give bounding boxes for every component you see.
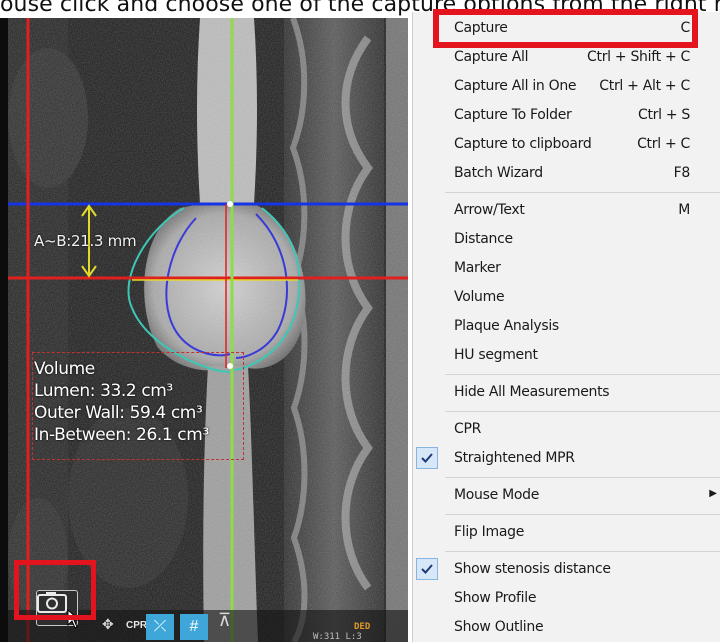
viewer-gutter <box>0 18 8 642</box>
submenu-arrow-icon: ▶ <box>709 488 717 499</box>
volume-measurement-text: Volume Lumen: 33.2 cm³ Outer Wall: 59.4 … <box>34 358 209 446</box>
menu-item-straightened-mpr[interactable]: Straightened MPR <box>413 445 720 473</box>
menu-separator <box>445 411 720 412</box>
menu-item-label: Straightened MPR <box>454 450 575 466</box>
menu-item-label: Capture to clipboard <box>454 136 592 152</box>
menu-item-shortcut: Ctrl + C <box>637 136 690 152</box>
menu-item-capture-to-folder[interactable]: Capture To Folder Ctrl + S <box>413 102 720 130</box>
volume-title: Volume <box>34 359 95 379</box>
menu-separator <box>445 192 720 193</box>
volume-outer-wall: Outer Wall: 59.4 cm³ <box>34 403 203 423</box>
menu-item-label: CPR <box>454 421 482 437</box>
curve-tool-icon[interactable]: ⤫ <box>146 614 174 640</box>
menu-item-label: Show Outline <box>454 619 544 635</box>
menu-item-batch-wizard[interactable]: Batch Wizard F8 <box>413 160 720 188</box>
menu-item-label: Capture All in One <box>454 78 577 94</box>
menu-item-label: HU segment <box>454 347 538 363</box>
window-level-text: W:311 L:3 <box>313 632 362 642</box>
context-menu: Capture C Capture All Ctrl + Shift + C Captu… <box>412 12 720 642</box>
menu-item-cpr[interactable]: CPR <box>413 416 720 444</box>
menu-item-label: Plaque Analysis <box>454 318 559 334</box>
eye-tool-icon[interactable]: ⊼ <box>218 610 231 631</box>
menu-item-capture-to-clipboard[interactable]: Capture to clipboard Ctrl + C <box>413 131 720 159</box>
capture-highlight-box <box>433 9 698 48</box>
menu-item-label: Hide All Measurements <box>454 384 610 400</box>
menu-item-plaque-analysis[interactable]: Plaque Analysis <box>413 313 720 341</box>
menu-item-hide-all-measurements[interactable]: Hide All Measurements <box>413 379 720 407</box>
menu-item-label: Show Profile <box>454 590 537 606</box>
distance-measurement-label[interactable]: A~B:21.3 mm <box>34 232 137 250</box>
menu-item-show-stenosis-distance[interactable]: Show stenosis distance <box>413 556 720 584</box>
menu-separator <box>445 477 720 478</box>
menu-item-label: Show stenosis distance <box>454 561 611 577</box>
checkmark-icon <box>416 558 438 580</box>
menu-item-shortcut: F8 <box>673 165 691 181</box>
menu-separator <box>445 514 720 515</box>
menu-item-label: Batch Wizard <box>454 165 543 181</box>
ct-image <box>8 18 408 642</box>
camera-highlight-box <box>14 560 96 620</box>
menu-item-flip-image[interactable]: Flip Image <box>413 519 720 547</box>
menu-item-volume[interactable]: Volume <box>413 284 720 312</box>
menu-item-arrow-text[interactable]: Arrow/Text M <box>413 197 720 225</box>
menu-item-shortcut: Ctrl + S <box>637 107 690 123</box>
menu-item-shortcut: Ctrl + Alt + C <box>599 78 690 94</box>
menu-item-label: Volume <box>454 289 505 305</box>
menu-item-distance[interactable]: Distance <box>413 226 720 254</box>
menu-item-label: Capture To Folder <box>454 107 572 123</box>
menu-item-capture-all[interactable]: Capture All Ctrl + Shift + C <box>413 44 720 72</box>
menu-item-label: Marker <box>454 260 501 276</box>
volume-lumen: Lumen: 33.2 cm³ <box>34 381 173 401</box>
orientation-marker: DED <box>354 622 371 632</box>
menu-item-capture-all-in-one[interactable]: Capture All in One Ctrl + Alt + C <box>413 73 720 101</box>
toolbar-cpr-label[interactable]: CPR <box>126 620 147 631</box>
menu-item-label: Mouse Mode <box>454 487 540 503</box>
move-arrows-icon[interactable]: ✥ <box>102 616 114 633</box>
menu-item-label: Capture All <box>454 49 529 65</box>
menu-item-label: Flip Image <box>454 524 525 540</box>
menu-separator <box>445 374 720 375</box>
menu-item-show-outline[interactable]: Show Outline <box>413 614 720 642</box>
menu-item-label: Arrow/Text <box>454 202 525 218</box>
cpr-viewer[interactable]: A~B:21.3 mm Volume Lumen: 33.2 cm³ Outer… <box>8 18 408 642</box>
volume-in-between: In-Between: 26.1 cm³ <box>34 425 209 445</box>
menu-item-shortcut: M <box>678 202 690 218</box>
crosshair-tool-icon[interactable]: # <box>180 614 208 640</box>
menu-item-marker[interactable]: Marker <box>413 255 720 283</box>
menu-separator <box>445 551 720 552</box>
menu-item-show-profile[interactable]: Show Profile <box>413 585 720 613</box>
checkmark-icon <box>416 447 438 469</box>
menu-item-hu-segment[interactable]: HU segment <box>413 342 720 370</box>
menu-item-shortcut: Ctrl + Shift + C <box>587 49 690 65</box>
menu-item-label: Distance <box>454 231 513 247</box>
menu-item-mouse-mode[interactable]: Mouse Mode ▶ <box>413 482 720 510</box>
